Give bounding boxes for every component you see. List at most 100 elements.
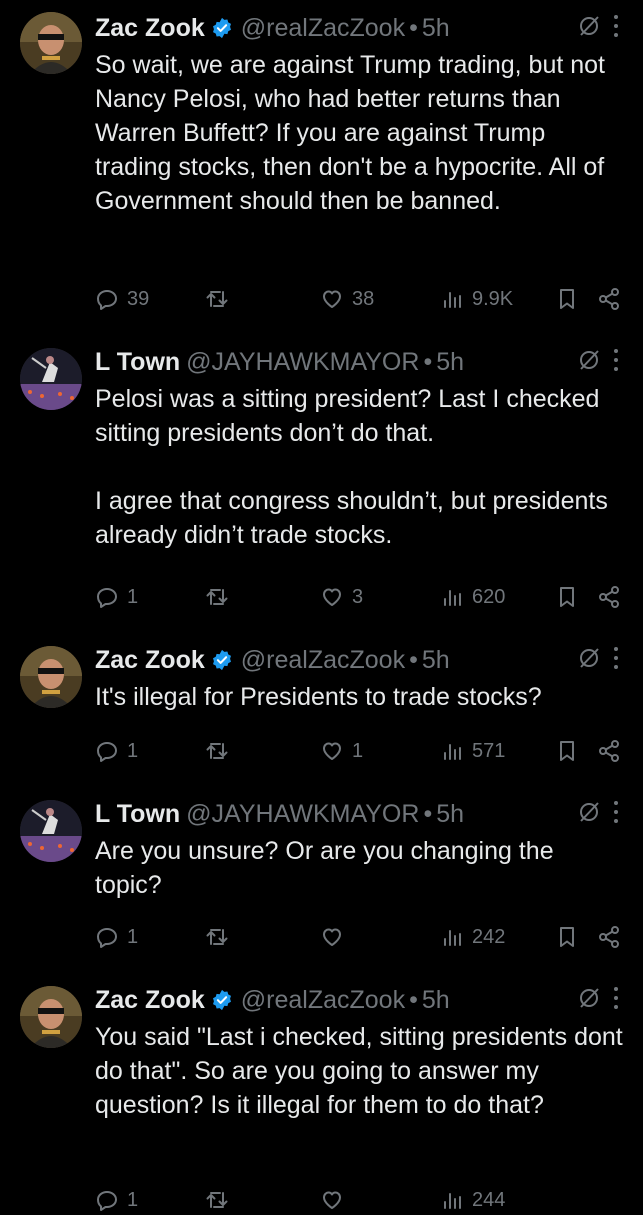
grok-icon[interactable] [577,348,601,372]
heart-icon [323,290,341,308]
grok-icon[interactable] [577,800,601,824]
views-icon [444,590,461,606]
display-name[interactable]: Zac Zook [95,986,205,1015]
retweet-button[interactable] [205,582,237,612]
reply-icon [97,928,117,948]
display-name[interactable]: Zac Zook [95,14,205,43]
retweet-icon [206,929,228,945]
separator-dot: • [409,13,418,42]
separator-dot: • [409,985,418,1014]
share-icon [599,740,619,762]
bookmark-button[interactable] [555,582,579,612]
views-icon [444,1193,461,1209]
action-bar: 1 242 [95,922,623,952]
user-handle[interactable]: @JAYHAWKMAYOR [186,800,419,829]
views-button[interactable]: 244 [440,1185,505,1215]
like-button[interactable] [320,922,352,952]
timestamp[interactable]: 5h [422,14,450,43]
retweet-icon [206,743,228,759]
views-icon [444,930,461,946]
display-name[interactable]: L Town [95,348,180,377]
views-button[interactable]: 9.9K [440,284,513,314]
tweet-text: So wait, we are against Trump trading, b… [95,51,612,215]
like-button[interactable]: 3 [320,582,363,612]
views-icon [444,744,461,760]
grok-icon[interactable] [577,646,601,670]
timestamp[interactable]: 5h [422,986,450,1015]
retweet-button[interactable] [205,736,237,766]
reply-count: 1 [127,585,139,608]
reply-button[interactable]: 39 [95,284,149,314]
retweet-icon [206,1192,228,1208]
retweet-button[interactable] [205,1185,237,1215]
timestamp[interactable]: 5h [436,800,464,829]
more-options-icon[interactable] [613,987,619,1009]
share-button[interactable] [597,582,621,612]
more-options-icon[interactable] [613,349,619,371]
reply-button[interactable]: 1 [95,736,138,766]
like-button[interactable]: 1 [320,736,363,766]
avatar[interactable] [20,800,82,862]
timestamp[interactable]: 5h [422,646,450,675]
tweet-text: Pelosi was a sitting president? Last I c… [95,385,608,549]
avatar[interactable] [20,12,82,74]
grok-icon[interactable] [577,986,601,1010]
user-handle[interactable]: @JAYHAWKMAYOR [186,348,419,377]
views-count: 9.9K [472,287,514,310]
share-button[interactable] [597,922,621,952]
reply-button[interactable]: 1 [95,922,138,952]
retweet-button[interactable] [205,284,237,314]
reply-icon [97,588,117,608]
user-handle[interactable]: @realZacZook [241,646,405,675]
reply-button[interactable]: 1 [95,1185,138,1215]
share-button[interactable] [597,284,621,314]
action-bar: 1 3 620 [95,582,623,612]
bookmark-button[interactable] [555,736,579,766]
display-name[interactable]: Zac Zook [95,646,205,675]
retweet-button[interactable] [205,922,237,952]
action-bar: 39 38 9.9K [95,284,623,314]
views-count: 571 [472,739,506,762]
separator-dot: • [423,799,433,828]
reply-button[interactable]: 1 [95,582,138,612]
bookmark-button[interactable] [555,922,579,952]
more-options-icon[interactable] [613,801,619,823]
user-handle[interactable]: @realZacZook [241,14,405,43]
reply-count: 1 [127,739,139,762]
grok-icon[interactable] [577,14,601,38]
tweet-text: Are you unsure? Or are you changing the … [95,837,561,899]
share-icon [599,926,619,948]
reply-count: 39 [127,287,150,310]
user-handle[interactable]: @realZacZook [241,986,405,1015]
views-button[interactable]: 571 [440,736,505,766]
views-button[interactable]: 242 [440,922,505,952]
like-count: 3 [352,585,364,608]
more-options-icon[interactable] [613,15,619,37]
bookmark-button[interactable] [555,284,579,314]
reply-count: 1 [127,1188,139,1211]
views-count: 244 [472,1188,506,1211]
separator-dot: • [423,347,433,376]
heart-icon [323,928,341,946]
views-button[interactable]: 620 [440,582,505,612]
tweet-text: You said "Last i checked, sitting presid… [95,1023,630,1119]
separator-dot: • [409,645,418,674]
like-button[interactable] [320,1185,352,1215]
views-count: 242 [472,925,506,948]
display-name[interactable]: L Town [95,800,180,829]
action-bar: 1 1 571 [95,736,623,766]
bookmark-icon [560,741,574,761]
avatar[interactable] [20,646,82,708]
heart-icon [323,742,341,760]
views-icon [444,292,461,308]
bookmark-icon [560,927,574,947]
retweet-icon [206,589,228,605]
share-button[interactable] [597,736,621,766]
reply-icon [97,290,117,310]
heart-icon [323,588,341,606]
avatar[interactable] [20,986,82,1048]
timestamp[interactable]: 5h [436,348,464,377]
more-options-icon[interactable] [613,647,619,669]
avatar[interactable] [20,348,82,410]
like-button[interactable]: 38 [320,284,374,314]
